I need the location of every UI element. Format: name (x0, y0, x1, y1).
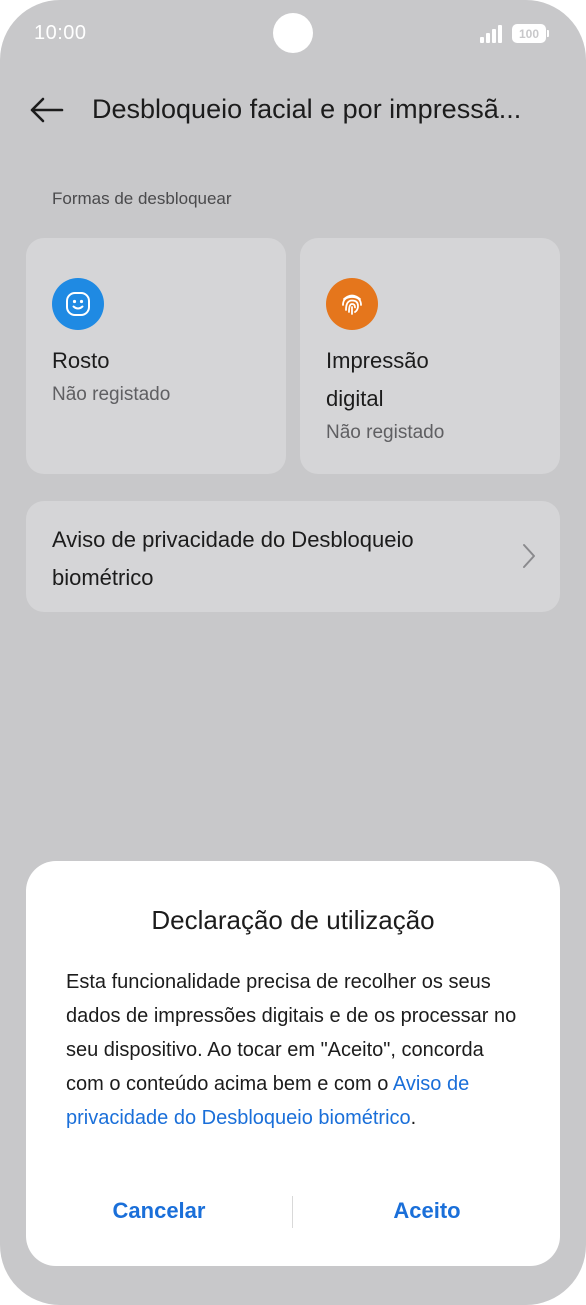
cancel-button[interactable]: Cancelar (26, 1191, 292, 1231)
fingerprint-icon (326, 278, 378, 330)
phone-screen: 10:00 100 Desbloqueio facial e por impre… (0, 0, 586, 1305)
fingerprint-unlock-title: Impressão digital (326, 342, 429, 418)
chevron-right-icon (523, 544, 535, 568)
privacy-notice-label: Aviso de privacidade do Desbloqueio biom… (52, 527, 414, 590)
face-unlock-title: Rosto (52, 348, 110, 373)
back-arrow-icon (30, 97, 64, 123)
privacy-notice-row[interactable]: Aviso de privacidade do Desbloqueio biom… (26, 501, 560, 612)
fingerprint-title-line2: digital (326, 386, 384, 411)
fingerprint-unlock-card[interactable]: Impressão digital Não registado (300, 238, 560, 474)
accept-button[interactable]: Aceito (294, 1191, 560, 1231)
signal-icon (480, 25, 506, 43)
face-icon (52, 278, 104, 330)
actions-divider (292, 1196, 293, 1228)
page-title: Desbloqueio facial e por impressã... (92, 94, 522, 124)
fingerprint-unlock-status: Não registado (326, 422, 445, 443)
status-time: 10:00 (34, 22, 87, 44)
camera-cutout (273, 13, 313, 53)
dialog-body-end: . (410, 1107, 417, 1129)
battery-icon: 100 (512, 24, 549, 43)
dialog-body: Esta funcionalidade precisa de recolher … (66, 965, 524, 1135)
section-label: Formas de desbloquear (52, 189, 232, 208)
face-unlock-status: Não registado (52, 384, 171, 405)
face-unlock-card[interactable]: Rosto Não registado (26, 238, 286, 474)
usage-statement-dialog: Declaração de utilização Esta funcionali… (26, 861, 560, 1266)
dialog-actions: Cancelar Aceito (26, 1191, 560, 1231)
battery-level: 100 (518, 26, 540, 41)
dialog-title: Declaração de utilização (151, 905, 435, 935)
fingerprint-title-line1: Impressão (326, 348, 429, 373)
back-button[interactable] (24, 88, 68, 132)
